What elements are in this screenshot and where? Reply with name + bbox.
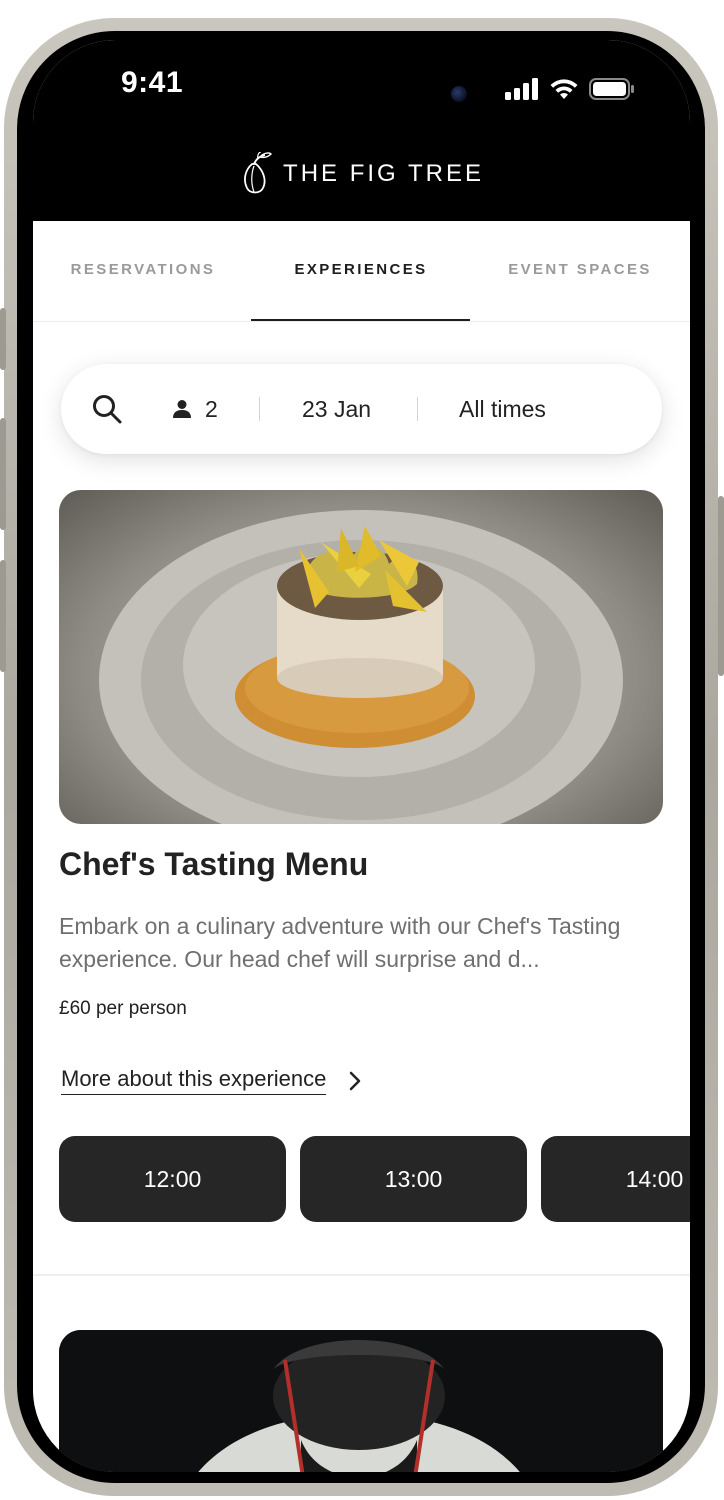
- volume-down-button: [0, 560, 6, 672]
- time-slot-button[interactable]: 13:00: [300, 1136, 527, 1222]
- experience-image[interactable]: [59, 490, 663, 824]
- status-icons: [505, 74, 635, 104]
- guest-count: 2: [205, 395, 218, 422]
- experience-image[interactable]: [59, 1330, 663, 1472]
- search-bar[interactable]: 2 23 Jan All times: [61, 364, 662, 454]
- brand-logo: THE FIG TREE: [33, 152, 690, 196]
- time-slot-list: 12:00 13:00 14:00: [59, 1136, 690, 1224]
- search-icon: [93, 395, 122, 424]
- guest-selector[interactable]: 2: [173, 364, 218, 454]
- search-divider: [259, 397, 260, 421]
- status-time: 9:41: [121, 66, 184, 99]
- camera-icon: [451, 86, 467, 102]
- volume-up-button: [0, 418, 6, 530]
- tab-event-spaces[interactable]: EVENT SPACES: [470, 261, 690, 278]
- chef-illustration: [59, 1330, 663, 1472]
- app-screen: 9:41 THE FIG TREE RESERVATIONS EXPERIENC…: [33, 40, 690, 1472]
- tab-experiences[interactable]: EXPERIENCES: [251, 261, 471, 278]
- time-selector[interactable]: All times: [459, 364, 546, 454]
- more-link-label: More about this experience: [61, 1066, 327, 1095]
- battery-icon: [589, 78, 634, 100]
- person-icon: [173, 400, 191, 418]
- signal-icon: [505, 78, 538, 100]
- experience-description: Embark on a culinary adventure with our …: [59, 913, 621, 972]
- tab-reservations[interactable]: RESERVATIONS: [33, 261, 253, 278]
- action-button: [0, 308, 6, 370]
- power-button: [718, 496, 724, 676]
- time-slot-button[interactable]: 14:00: [541, 1136, 690, 1222]
- wifi-icon: [550, 79, 578, 99]
- dynamic-island: [289, 60, 489, 130]
- fig-icon: [244, 152, 273, 194]
- experience-title: Chef's Tasting Menu: [59, 846, 369, 882]
- active-tab-indicator: [251, 319, 470, 321]
- app-header: 9:41 THE FIG TREE: [33, 40, 690, 221]
- chevron-right-icon: [350, 1071, 361, 1090]
- dish-illustration: [99, 510, 623, 824]
- brand-name: THE FIG TREE: [283, 160, 484, 187]
- search-divider: [417, 397, 418, 421]
- tab-bar: RESERVATIONS EXPERIENCES EVENT SPACES: [33, 221, 690, 322]
- search-button[interactable]: [91, 364, 123, 454]
- time-slot-button[interactable]: 12:00: [59, 1136, 286, 1222]
- experience-price: £60 per person: [59, 998, 187, 1019]
- date-selector[interactable]: 23 Jan: [302, 364, 371, 454]
- section-divider: [33, 1274, 690, 1276]
- more-about-experience-link[interactable]: More about this experience: [61, 1066, 362, 1095]
